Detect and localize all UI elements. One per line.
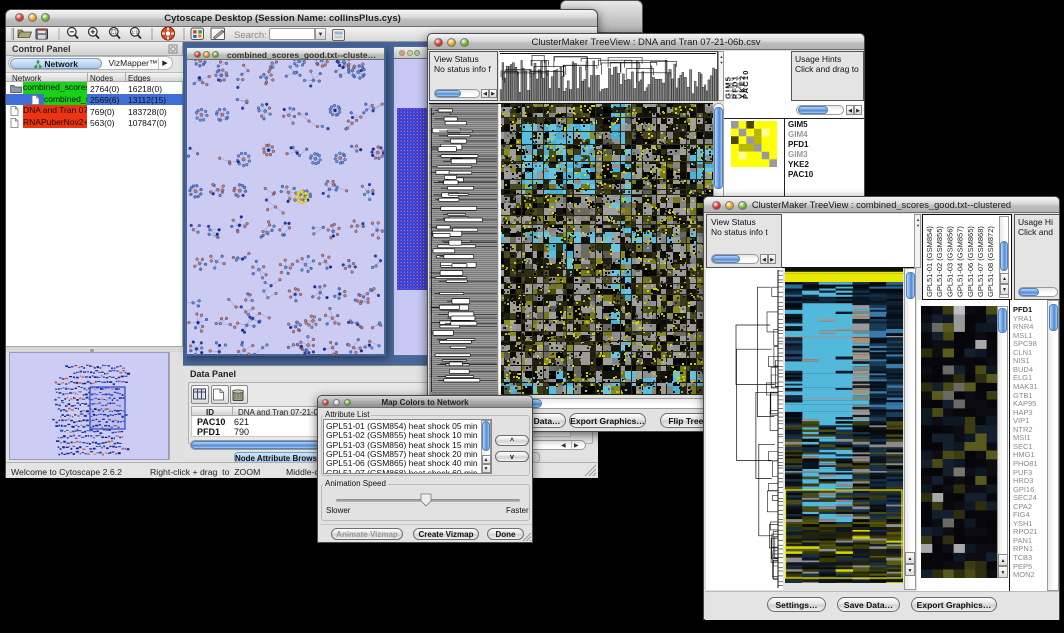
svg-text:GPL51-04 (GSM857): GPL51-04 (GSM857) (956, 226, 965, 297)
svg-text:GPL51-08 (GSM872): GPL51-08 (GSM872) (986, 226, 995, 297)
svg-text:1:1: 1:1 (131, 30, 138, 36)
svg-text:GPL51-03 (GSM856): GPL51-03 (GSM856) (945, 226, 954, 297)
svg-text:PAC10: PAC10 (741, 69, 748, 99)
svg-text:GPL51-06 (GSM865): GPL51-06 (GSM865) (966, 226, 975, 297)
svg-text:GPL51-02 (GSM855): GPL51-02 (GSM855) (935, 226, 944, 297)
svg-text:GPL51-01 (GSM854): GPL51-01 (GSM854) (925, 226, 934, 297)
svg-text:GPL51-07 (GSM868): GPL51-07 (GSM868) (976, 226, 985, 297)
